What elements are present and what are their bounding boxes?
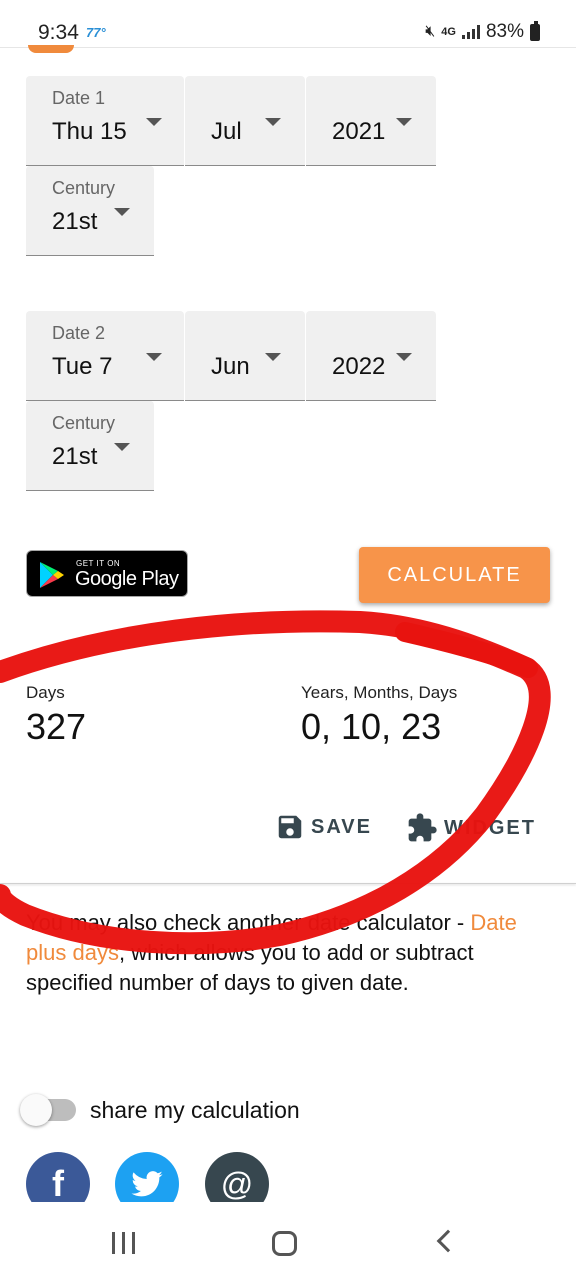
chevron-down-icon [396,353,412,361]
recent-apps-button[interactable] [112,1232,135,1254]
home-button[interactable] [272,1231,297,1256]
days-value: 327 [26,706,87,747]
puzzle-icon [408,813,437,842]
widget-button[interactable]: WIDGET [406,812,536,844]
ymd-value: 0, 10, 23 [301,706,442,747]
days-label: Days [26,683,65,702]
date1-century-value: 21st [52,208,98,235]
share-toggle[interactable] [20,1094,78,1126]
chevron-down-icon [265,353,281,361]
date2-century-value: 21st [52,443,98,470]
date1-day-value: Thu 15 [52,118,127,145]
date2-month-value: Jun [211,353,250,380]
twitter-share-button[interactable] [115,1152,179,1202]
date2-label: Date 2 [52,323,106,343]
battery-icon [530,20,540,41]
date2-year-value: 2022 [332,353,386,380]
status-icons: 🔇︎ 4G 83% [425,20,540,43]
chevron-down-icon [146,118,162,126]
date2-day-value: Tue 7 [52,353,113,380]
ymd-label: Years, Months, Days [301,683,458,702]
facebook-icon: f [52,1163,64,1202]
google-play-text: Google Play [75,568,179,590]
save-button[interactable]: SAVE [275,812,372,842]
status-temperature: 77° [86,25,106,40]
google-play-icon [40,562,64,588]
email-share-button[interactable]: @ [205,1152,269,1202]
chevron-down-icon [265,118,281,126]
system-nav-bar [0,1202,576,1280]
status-time: 9:34 [38,21,79,44]
date2-month-select[interactable]: Jun [185,311,305,401]
back-button[interactable] [436,1229,460,1253]
mute-icon: 🔇︎ [425,23,436,40]
widget-label: WIDGET [444,816,536,839]
social-buttons: f @ [0,1140,576,1202]
network-type: 4G [441,26,456,38]
share-label: share my calculation [90,1097,300,1123]
date1-label: Date 1 [52,88,106,108]
email-icon: @ [220,1165,254,1202]
facebook-share-button[interactable]: f [26,1152,90,1202]
save-label: SAVE [311,815,372,838]
date1-century-select[interactable]: Century 21st [26,166,154,256]
header-tab-indicator [28,45,74,53]
chevron-down-icon [114,443,130,451]
date2-year-select[interactable]: 2022 [306,311,436,401]
signal-icon [461,25,480,39]
date1-year-value: 2021 [332,118,386,145]
section-divider [0,883,576,884]
date2-century-select[interactable]: Century 21st [26,401,154,491]
twitter-icon [131,1171,163,1197]
google-play-small-text: GET IT ON [76,559,121,568]
battery-percent: 83% [485,21,524,42]
date1-century-label: Century [52,178,116,198]
toggle-knob [20,1094,52,1126]
date1-year-select[interactable]: 2021 [306,76,436,166]
calculate-button[interactable]: CALCULATE [359,547,550,603]
chevron-down-icon [146,353,162,361]
chevron-down-icon [114,208,130,216]
date1-month-value: Jul [211,118,242,145]
date1-day-select[interactable]: Date 1 Thu 15 [26,76,184,166]
info-paragraph: You may also check another date calculat… [26,908,546,998]
date2-century-label: Century [52,413,116,433]
save-icon [278,815,302,839]
google-play-badge[interactable]: GET IT ON Google Play [26,550,188,597]
status-bar: 9:34 77° 🔇︎ 4G 83% [0,0,576,48]
chevron-down-icon [396,118,412,126]
date2-day-select[interactable]: Date 2 Tue 7 [26,311,184,401]
info-prefix: You may also check another date calculat… [26,910,471,935]
date1-month-select[interactable]: Jul [185,76,305,166]
